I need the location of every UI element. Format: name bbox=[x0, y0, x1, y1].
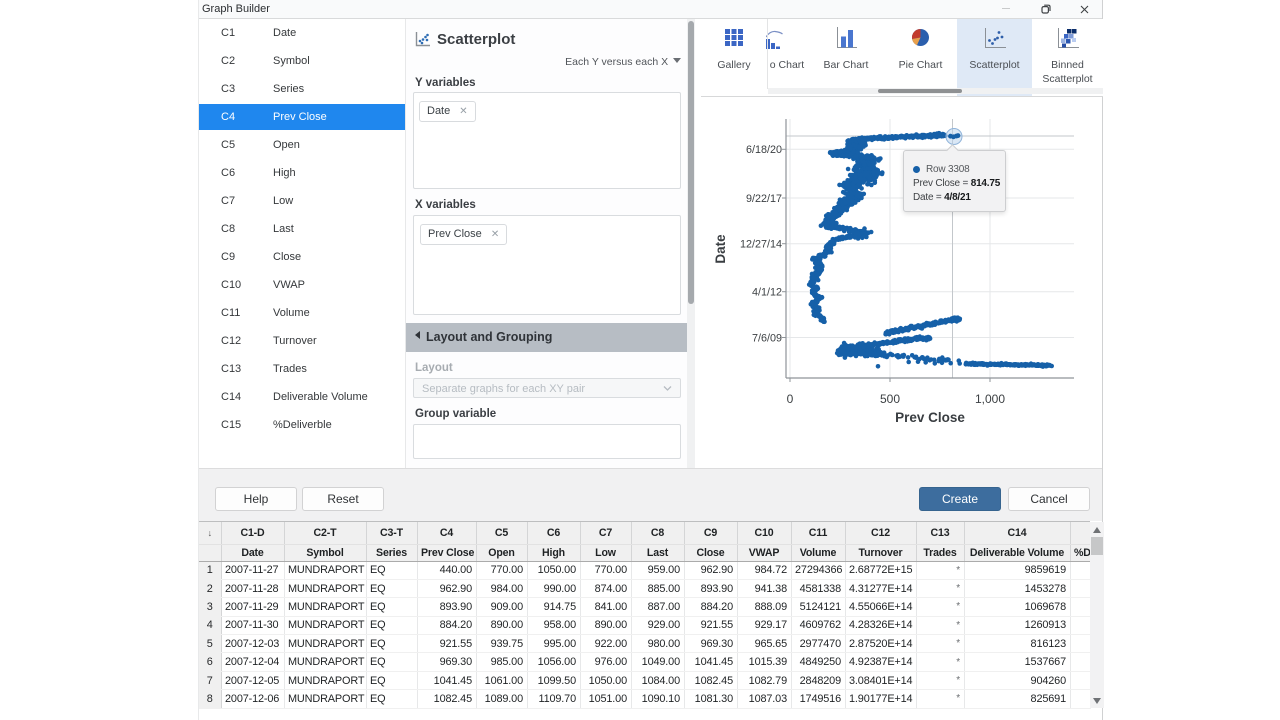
svg-text:7/6/09: 7/6/09 bbox=[752, 333, 782, 345]
svg-text:Prev Close: Prev Close bbox=[895, 410, 965, 425]
svg-text:9/22/17: 9/22/17 bbox=[746, 193, 782, 205]
svg-text:4/1/12: 4/1/12 bbox=[752, 287, 782, 299]
svg-text:1,000: 1,000 bbox=[975, 392, 1005, 406]
svg-text:0: 0 bbox=[787, 392, 794, 406]
svg-text:12/27/14: 12/27/14 bbox=[740, 239, 782, 251]
svg-text:Date: Date bbox=[713, 234, 728, 264]
svg-text:500: 500 bbox=[880, 392, 900, 406]
svg-text:6/18/20: 6/18/20 bbox=[746, 144, 782, 156]
